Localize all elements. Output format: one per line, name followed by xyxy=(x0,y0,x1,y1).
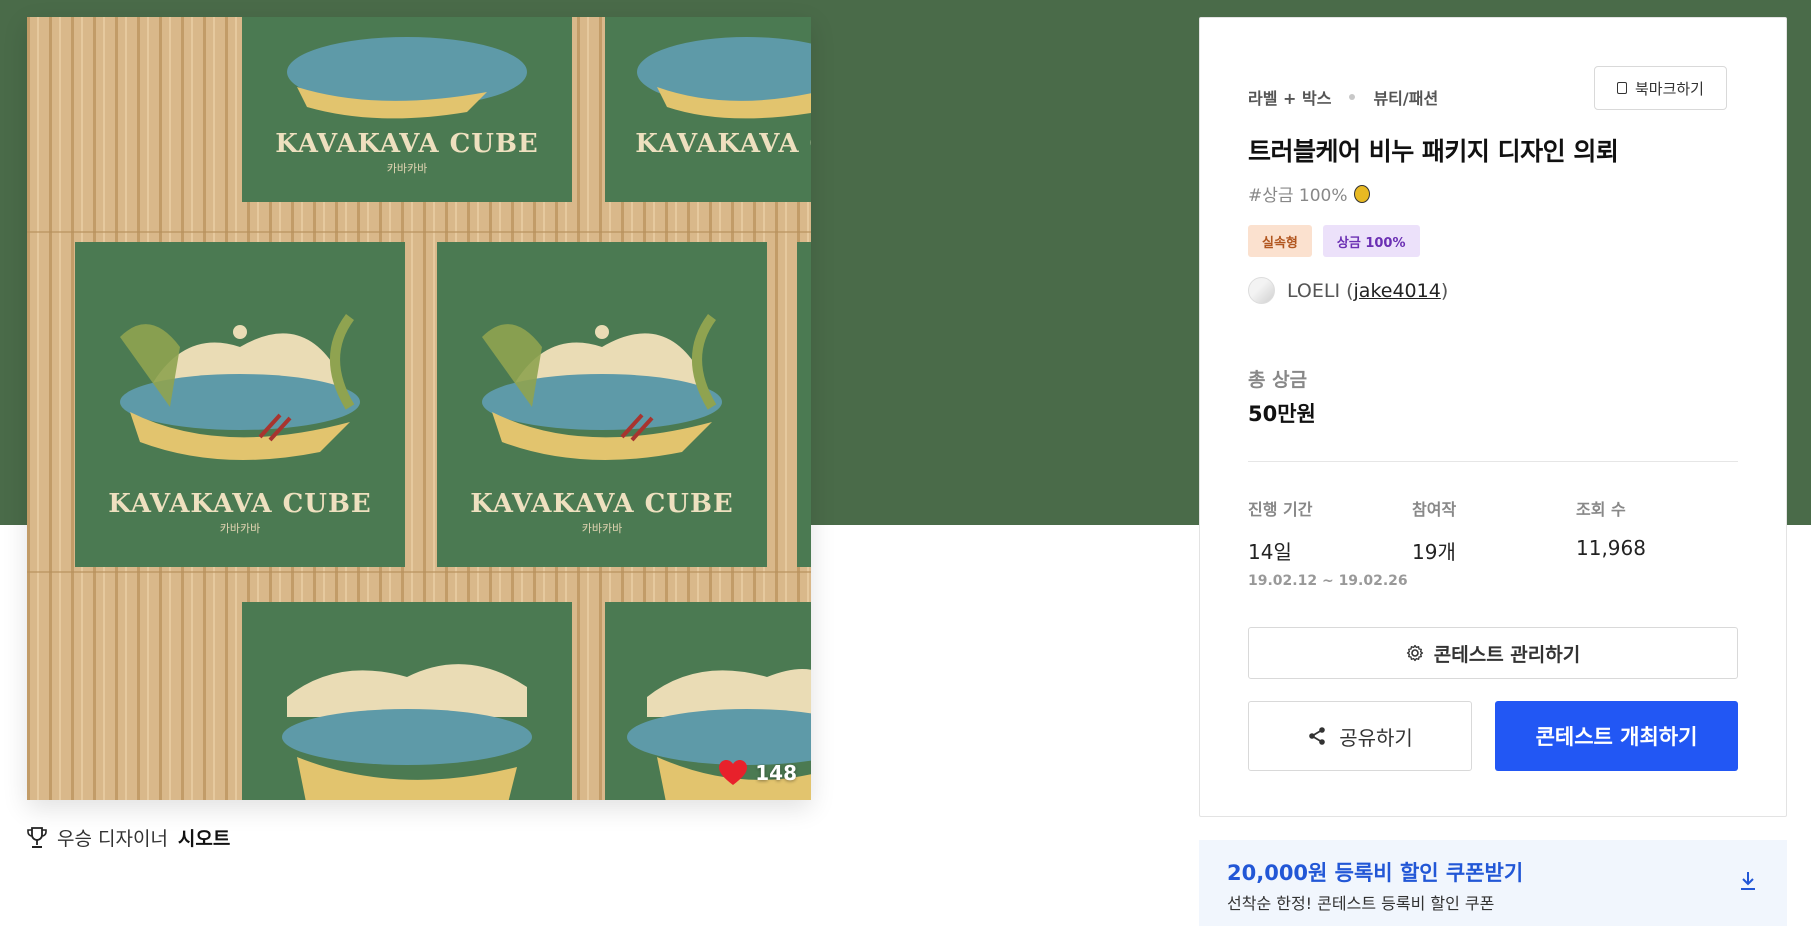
box-brand-text: KAVAKAVA CUBE xyxy=(275,129,539,159)
contest-info-card: 북마크하기 라벨 + 박스 뷰티/패션 트러블케어 비누 패키지 디자인 의뢰 … xyxy=(1199,17,1787,817)
stat-views-label: 조회 수 xyxy=(1576,500,1626,519)
category-separator xyxy=(1349,94,1356,100)
trophy-icon xyxy=(27,826,47,848)
share-label: 공유하기 xyxy=(1339,725,1413,750)
box-sub-text: 카바카바 xyxy=(387,162,427,175)
winner-name[interactable]: 시오트 xyxy=(178,824,230,851)
bookmark-button[interactable]: 북마크하기 xyxy=(1593,66,1727,110)
badge-value-type: 실속형 xyxy=(1248,225,1312,257)
like-count[interactable]: 148 xyxy=(719,760,797,786)
stat-period: 진행 기간 14일 19.02.12 ~ 19.02.26 xyxy=(1248,496,1408,589)
badge-list: 실속형 상금 100% xyxy=(1248,225,1420,257)
share-icon xyxy=(1309,727,1325,745)
coupon-banner[interactable]: 20,000원 등록비 할인 쿠폰받기 선착순 한정! 콘테스트 등록비 할인 … xyxy=(1199,840,1787,926)
total-prize-value: 50만원 xyxy=(1248,402,1316,426)
stat-views-value: 11,968 xyxy=(1576,536,1646,560)
manage-contest-label: 콘테스트 관리하기 xyxy=(1433,643,1581,666)
owner-id-link[interactable]: jake4014 xyxy=(1354,280,1441,302)
manage-contest-button[interactable]: 콘테스트 관리하기 xyxy=(1248,627,1738,679)
artwork-mockup: KAVAKAVA CUBE 카바카바 KAVAKAVA CUBE KAVAKAV… xyxy=(27,17,811,800)
stat-period-value: 14일 xyxy=(1248,540,1292,564)
gear-icon xyxy=(1406,644,1423,662)
like-count-value: 148 xyxy=(755,761,797,785)
download-icon[interactable] xyxy=(1737,869,1759,893)
category-primary: 라벨 + 박스 xyxy=(1248,89,1332,108)
host-contest-button[interactable]: 콘테스트 개최하기 xyxy=(1495,701,1738,771)
winning-artwork-image[interactable]: KAVAKAVA CUBE 카바카바 KAVAKAVA CUBE KAVAKAV… xyxy=(27,17,811,800)
coupon-title: 20,000원 등록비 할인 쿠폰받기 xyxy=(1227,861,1524,885)
owner-name: LOELI xyxy=(1287,279,1341,302)
stat-period-range: 19.02.12 ~ 19.02.26 xyxy=(1248,573,1408,589)
bookmark-label: 북마크하기 xyxy=(1634,79,1704,98)
stat-period-label: 진행 기간 xyxy=(1248,500,1313,519)
box-top-middle: KAVAKAVA CUBE 카바카바 xyxy=(242,17,572,202)
contest-title: 트러블케어 비누 패키지 디자인 의뢰 xyxy=(1248,137,1619,166)
divider xyxy=(1248,461,1738,462)
stat-entries-value: 19개 xyxy=(1412,540,1456,564)
avatar xyxy=(1248,277,1275,304)
contest-owner: LOELI (jake4014) xyxy=(1248,277,1448,304)
badge-prize-guarantee: 상금 100% xyxy=(1322,225,1420,257)
box-sub-text: 카바카바 xyxy=(220,522,260,535)
winner-designer: 우승 디자이너 시오트 xyxy=(27,824,230,851)
medal-icon xyxy=(1353,184,1370,203)
total-prize-label: 총 상금 xyxy=(1248,369,1308,391)
share-button[interactable]: 공유하기 xyxy=(1248,701,1472,771)
box-sub-text: 카바카바 xyxy=(582,522,622,535)
hashtag-text: #상금 100% xyxy=(1248,186,1348,206)
hashtag: #상금 100% xyxy=(1248,181,1370,206)
stat-views: 조회 수 11,968 xyxy=(1576,496,1646,560)
category-breadcrumb: 라벨 + 박스 뷰티/패션 xyxy=(1248,85,1438,109)
heart-icon xyxy=(719,760,748,785)
winner-prefix: 우승 디자이너 xyxy=(57,828,168,850)
box-brand-text: KAVAKAVA CUBE xyxy=(470,489,734,519)
stat-entries-label: 참여작 xyxy=(1412,500,1457,519)
stat-entries: 참여작 19개 xyxy=(1412,496,1456,565)
bookmark-icon xyxy=(1616,82,1627,94)
category-secondary: 뷰티/패션 xyxy=(1373,89,1439,108)
coupon-subtitle: 선착순 한정! 콘테스트 등록비 할인 쿠폰 xyxy=(1227,894,1495,913)
box-brand-text: KAVAKAVA CUBE xyxy=(108,489,372,519)
box-brand-text: KAVAKAVA CUBE xyxy=(635,129,811,159)
